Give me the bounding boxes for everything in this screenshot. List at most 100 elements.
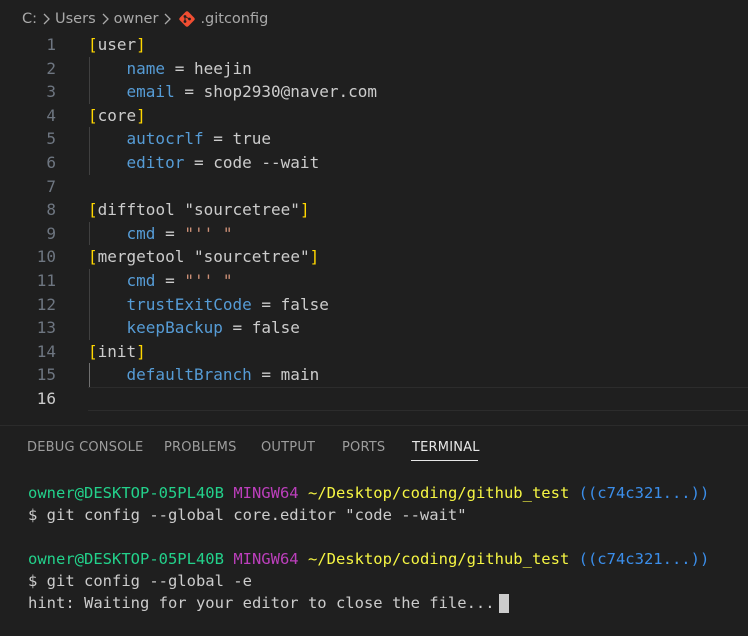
line-code: name = heejin <box>88 57 252 81</box>
line-number: 13 <box>36 318 56 338</box>
prompt-user: owner@DESKTOP-05PL40B <box>28 550 224 568</box>
editor-line[interactable]: 10 [mergetool "sourcetree"] <box>0 245 748 269</box>
config-key: email <box>126 82 175 102</box>
editor-line[interactable]: 13 keepBackup = false <box>0 316 748 340</box>
config-key: cmd <box>126 271 156 290</box>
section-name: init <box>97 341 137 361</box>
line-code: trustExitCode = false <box>88 293 329 317</box>
breadcrumb-users[interactable]: Users <box>55 11 96 27</box>
indent-guide <box>89 363 90 387</box>
breadcrumb-file[interactable]: .gitconfig <box>200 11 268 27</box>
line-code: [core] <box>88 104 146 128</box>
prompt-branch: ((c74c321...)) <box>578 550 710 568</box>
bracket: ] <box>309 247 320 267</box>
config-key: name <box>126 58 166 78</box>
indent-guide <box>89 127 90 175</box>
equals-sign: = <box>203 129 233 149</box>
config-value: false <box>251 318 300 338</box>
line-code: cmd = "'' " <box>88 269 233 293</box>
line-number: 12 <box>36 294 56 314</box>
editor-line[interactable]: 8 [difftool "sourcetree"] <box>0 198 748 222</box>
line-code: keepBackup = false <box>88 316 300 340</box>
section-name: user <box>97 35 137 54</box>
chevron-right-icon <box>96 11 114 27</box>
breadcrumb-owner[interactable]: owner <box>114 11 159 27</box>
editor-line[interactable]: 9 cmd = "'' " <box>0 222 748 246</box>
tab-output[interactable]: OUTPUT <box>261 440 315 455</box>
equals-sign: = <box>155 223 185 243</box>
editor-line[interactable]: 16 <box>0 387 748 411</box>
tab-debug-console[interactable]: DEBUG CONSOLE <box>27 440 143 455</box>
editor-line[interactable]: 4 [core] <box>0 104 748 128</box>
prompt-branch: ((c74c321...)) <box>578 484 710 502</box>
config-key: trustExitCode <box>126 294 252 314</box>
line-number: 11 <box>36 271 56 290</box>
terminal-cursor <box>498 594 509 613</box>
bracket: ] <box>136 35 146 54</box>
config-string: "'' " <box>184 223 233 243</box>
prompt-user: owner@DESKTOP-05PL40B <box>28 484 224 502</box>
editor-line[interactable]: 15 defaultBranch = main <box>0 363 748 387</box>
editor-line[interactable]: 3 email = shop2930@naver.com <box>0 80 748 104</box>
config-value: false <box>280 294 329 314</box>
bracket: [ <box>88 105 98 125</box>
line-code: email = shop2930@naver.com <box>88 80 377 104</box>
prompt-host: MINGW64 <box>233 484 299 502</box>
config-key: autocrlf <box>126 129 204 149</box>
terminal-command: $ git config --global core.editor "code … <box>28 506 467 524</box>
tab-terminal[interactable]: TERMINAL <box>412 440 480 455</box>
prompt-path: ~/Desktop/coding/github_test <box>307 550 570 568</box>
equals-sign: = <box>174 82 204 102</box>
config-value: main <box>280 365 320 385</box>
editor-line[interactable]: 6 editor = code --wait <box>0 151 748 175</box>
line-number: 10 <box>36 247 56 267</box>
line-number: 8 <box>46 200 56 220</box>
line-number: 15 <box>36 365 56 385</box>
editor-line[interactable]: 1 [user] <box>0 33 748 57</box>
line-number: 7 <box>46 176 56 196</box>
terminal-hint-line: hint: Waiting for your editor to close t… <box>28 592 509 614</box>
current-line-highlight <box>88 387 748 411</box>
terminal-command: $ git config --global -e <box>28 572 252 590</box>
indent-guide <box>89 269 90 340</box>
line-code: [difftool "sourcetree"] <box>88 198 310 222</box>
editor-line[interactable]: 2 name = heejin <box>0 57 748 81</box>
config-key: cmd <box>126 223 156 243</box>
indent-guide <box>89 221 90 246</box>
section-name: mergetool <box>97 247 185 267</box>
line-code: editor = code --wait <box>88 151 320 175</box>
bracket: [ <box>88 200 98 220</box>
line-number: 6 <box>46 153 56 172</box>
prompt-path: ~/Desktop/coding/github_test <box>307 484 570 502</box>
line-number: 9 <box>46 223 56 243</box>
indent-guide <box>89 56 90 104</box>
bracket: ] <box>136 105 146 125</box>
line-number: 1 <box>46 35 56 54</box>
bracket: ] <box>299 200 310 220</box>
config-value: code --wait <box>213 153 320 172</box>
line-code: autocrlf = true <box>88 127 272 151</box>
editor-line[interactable]: 7 <box>0 175 748 199</box>
equals-sign: = <box>222 318 252 338</box>
section-name: core <box>97 105 137 125</box>
subsection-name: "sourcetree" <box>193 247 310 267</box>
line-number: 14 <box>36 341 56 361</box>
editor-line[interactable]: 14 [init] <box>0 340 748 364</box>
tab-problems[interactable]: PROBLEMS <box>164 440 237 455</box>
code-editor[interactable]: 1 [user] 2 name = heejin 3 email = shop2930… <box>0 33 748 418</box>
equals-sign: = <box>184 153 214 172</box>
breadcrumb-drive[interactable]: C: <box>22 11 37 27</box>
editor-line[interactable]: 11 cmd = "'' " <box>0 269 748 293</box>
tab-ports[interactable]: PORTS <box>342 440 385 455</box>
line-number: 2 <box>46 58 56 78</box>
editor-line[interactable]: 12 trustExitCode = false <box>0 293 748 317</box>
equals-sign: = <box>155 271 185 290</box>
editor-line[interactable]: 5 autocrlf = true <box>0 127 748 151</box>
terminal-prompt: owner@DESKTOP-05PL40B MINGW64 ~/Desktop/… <box>28 548 709 570</box>
bracket: [ <box>88 341 98 361</box>
active-tab-indicator <box>411 460 478 461</box>
bracket: ] <box>136 341 146 361</box>
config-value: true <box>232 129 272 149</box>
config-key: defaultBranch <box>126 365 252 385</box>
terminal-prompt: owner@DESKTOP-05PL40B MINGW64 ~/Desktop/… <box>28 482 709 504</box>
